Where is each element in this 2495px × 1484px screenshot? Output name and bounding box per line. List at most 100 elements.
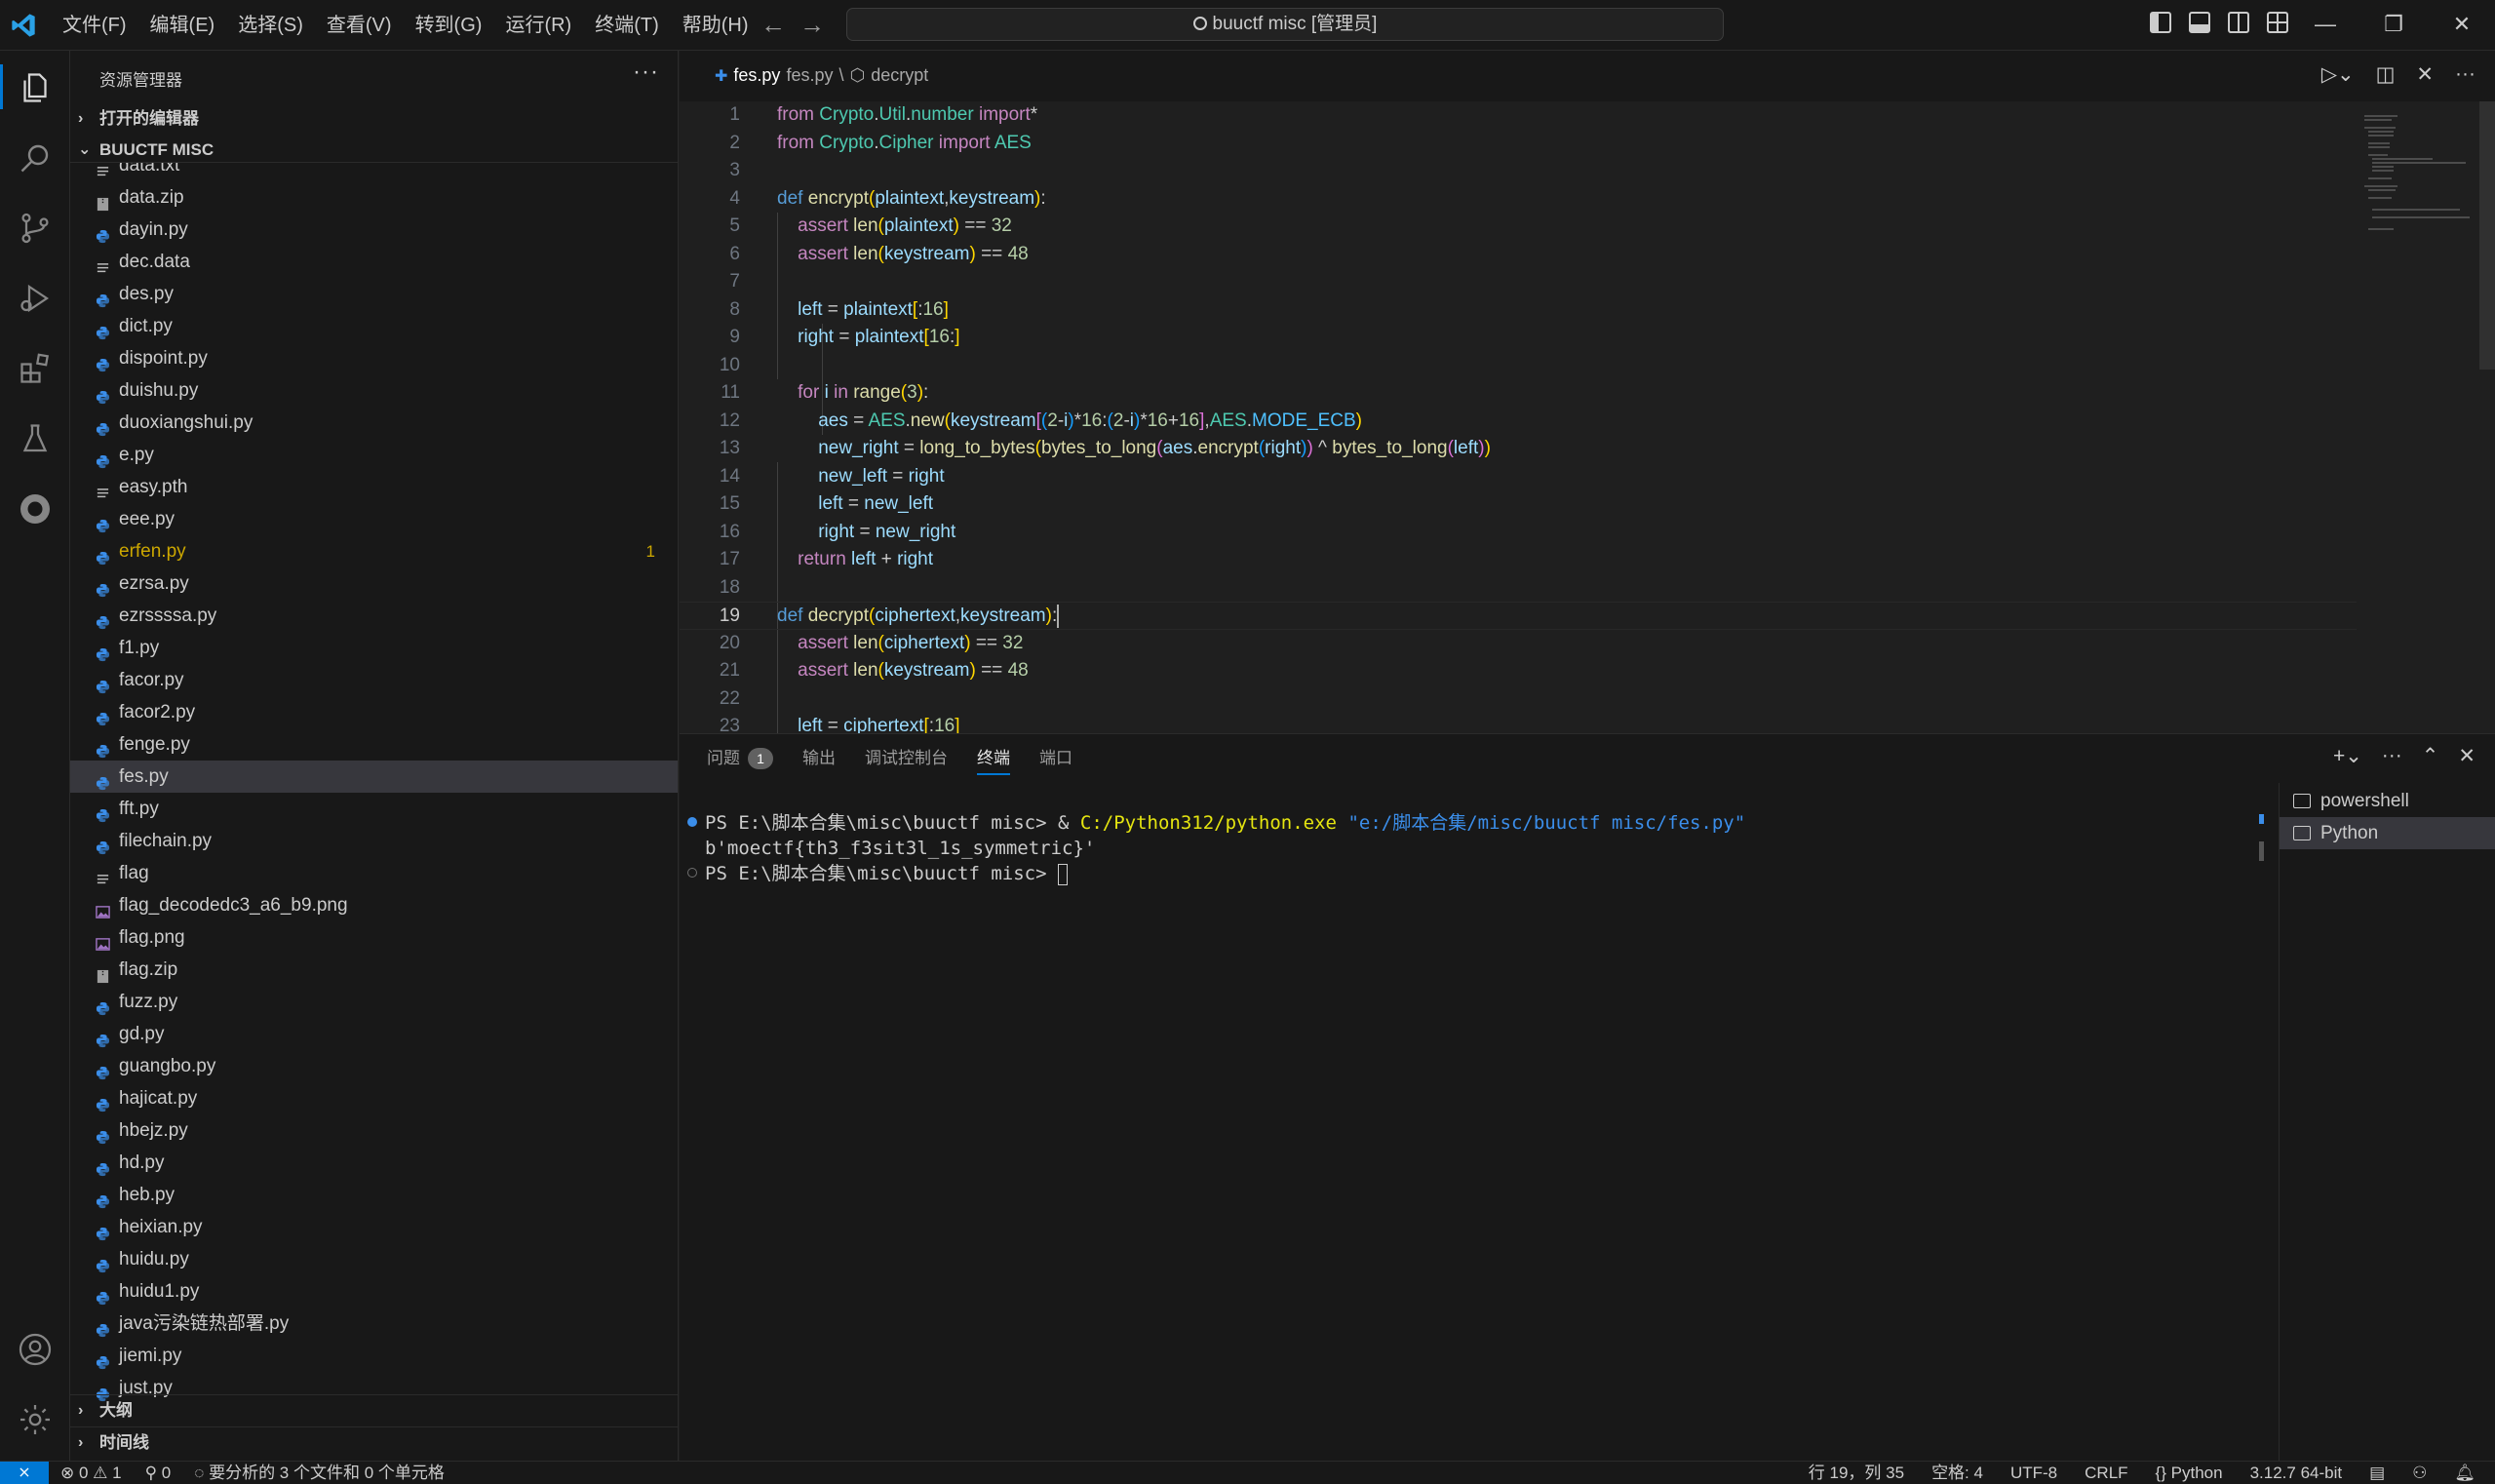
outline-section[interactable]: › 大纲 xyxy=(70,1394,678,1425)
terminal-entry-powershell[interactable]: powershell xyxy=(2280,785,2495,817)
tab-problems[interactable]: 问题 1 xyxy=(707,744,773,773)
file-item[interactable]: huidu.py xyxy=(70,1243,678,1275)
file-item[interactable]: dec.data xyxy=(70,246,678,278)
open-editors-section[interactable]: › 打开的编辑器 xyxy=(70,103,678,135)
tab-debug-console[interactable]: 调试控制台 xyxy=(865,744,948,773)
python-interpreter[interactable]: 3.12.7 64-bit xyxy=(2250,1462,2343,1484)
file-item[interactable]: guangbo.py xyxy=(70,1050,678,1082)
notifications-bell-icon[interactable]: 🔔︎ xyxy=(2454,1462,2476,1484)
back-arrow-icon[interactable]: ← xyxy=(760,10,786,40)
file-item[interactable]: huidu1.py xyxy=(70,1275,678,1308)
file-item[interactable]: fft.py xyxy=(70,793,678,825)
timeline-section[interactable]: › 时间线 xyxy=(70,1426,678,1458)
file-item[interactable]: duishu.py xyxy=(70,374,678,407)
terminal-entry-python[interactable]: Python xyxy=(2280,817,2495,849)
file-item[interactable]: flag_decodedc3_a6_b9.png xyxy=(70,889,678,921)
explorer-icon[interactable] xyxy=(18,70,53,105)
file-item[interactable]: dict.py xyxy=(70,310,678,342)
minimap[interactable] xyxy=(2357,101,2495,735)
copilot-icon[interactable]: ⚇ xyxy=(2412,1462,2427,1484)
file-item[interactable]: duoxiangshui.py xyxy=(70,407,678,439)
file-item[interactable]: easy.pth xyxy=(70,471,678,503)
restore-button[interactable]: ❐ xyxy=(2359,0,2428,49)
accounts-icon[interactable] xyxy=(18,1332,53,1367)
remote-explorer-icon[interactable] xyxy=(18,491,53,527)
search-icon[interactable] xyxy=(18,140,53,176)
new-terminal-icon[interactable]: +⌄ xyxy=(2333,744,2362,768)
menu-help[interactable]: 帮助(H) xyxy=(671,0,760,51)
file-item[interactable]: des.py xyxy=(70,278,678,310)
command-center-search[interactable]: buuctf misc [管理员] xyxy=(846,8,1724,41)
panel-more-icon[interactable]: ··· xyxy=(2382,744,2402,768)
menu-file[interactable]: 文件(F) xyxy=(51,0,138,51)
close-panel-icon[interactable]: ✕ xyxy=(2458,744,2476,768)
testing-icon[interactable] xyxy=(18,421,53,456)
file-item[interactable]: fenge.py xyxy=(70,728,678,761)
file-item[interactable]: e.py xyxy=(70,439,678,471)
tab-output[interactable]: 输出 xyxy=(802,744,836,773)
tab-terminal[interactable]: 终端 xyxy=(977,744,1010,775)
menu-go[interactable]: 转到(G) xyxy=(404,0,494,51)
remote-indicator[interactable]: ⨯ xyxy=(0,1462,49,1484)
indentation[interactable]: 空格: 4 xyxy=(1931,1462,1983,1484)
code-view[interactable]: 1 from Crypto.Util.number import* 2 from C… xyxy=(680,101,2357,735)
file-item[interactable]: flag.zip xyxy=(70,954,678,986)
run-debug-icon[interactable] xyxy=(18,281,53,316)
active-file-name[interactable]: fes.py xyxy=(733,65,780,86)
file-info-icon[interactable]: ▤ xyxy=(2369,1462,2385,1484)
extensions-icon[interactable] xyxy=(18,351,53,386)
breadcrumb-file[interactable]: fes.py xyxy=(786,65,833,86)
file-item[interactable]: flag.png xyxy=(70,921,678,954)
problems-status[interactable]: ⊗ 0 ⚠ 1 xyxy=(60,1462,122,1484)
file-item[interactable]: java污染链热部署.py xyxy=(70,1308,678,1340)
settings-gear-icon[interactable] xyxy=(18,1402,53,1437)
menu-selection[interactable]: 选择(S) xyxy=(226,0,315,51)
file-item[interactable]: jiemi.py xyxy=(70,1340,678,1372)
customize-layout-icon[interactable] xyxy=(2267,12,2288,33)
file-item[interactable]: f1.py xyxy=(70,632,678,664)
file-item[interactable]: data.txt xyxy=(70,163,678,181)
file-item[interactable]: data.zip xyxy=(70,181,678,214)
language-mode[interactable]: {} Python xyxy=(2156,1462,2223,1484)
ports-status[interactable]: ⚲ 0 xyxy=(145,1462,172,1484)
minimap-slider[interactable] xyxy=(2479,101,2495,370)
menu-edit[interactable]: 编辑(E) xyxy=(138,0,227,51)
file-item[interactable]: dayin.py xyxy=(70,214,678,246)
more-actions-icon[interactable]: ··· xyxy=(633,59,659,86)
menu-run[interactable]: 运行(R) xyxy=(493,0,583,51)
file-item[interactable]: facor.py xyxy=(70,664,678,696)
minimize-button[interactable]: — xyxy=(2291,0,2359,49)
run-file-icon[interactable]: ▷⌄ xyxy=(2321,62,2355,87)
forward-arrow-icon[interactable]: → xyxy=(799,10,825,40)
close-editor-icon[interactable]: ✕ xyxy=(2416,62,2434,87)
file-item[interactable]: ezrsa.py xyxy=(70,567,678,600)
toggle-panel-icon[interactable] xyxy=(2189,12,2210,33)
terminal-view[interactable]: PS E:\脚本合集\misc\buuctf misc> & C:/Python… xyxy=(680,799,2264,1462)
maximize-panel-icon[interactable]: ⌃ xyxy=(2422,744,2439,768)
file-item[interactable]: hbejz.py xyxy=(70,1114,678,1147)
file-item[interactable]: fes.py xyxy=(70,761,678,793)
end-of-line[interactable]: CRLF xyxy=(2085,1462,2127,1484)
file-item[interactable]: flag xyxy=(70,857,678,889)
file-item[interactable]: dispoint.py xyxy=(70,342,678,374)
file-item[interactable]: ezrssssa.py xyxy=(70,600,678,632)
file-item[interactable]: heb.py xyxy=(70,1179,678,1211)
close-window-button[interactable]: ✕ xyxy=(2428,0,2495,49)
file-item[interactable]: eee.py xyxy=(70,503,678,535)
file-item[interactable]: heixian.py xyxy=(70,1211,678,1243)
menu-view[interactable]: 查看(V) xyxy=(315,0,404,51)
cursor-position[interactable]: 行 19，列 35 xyxy=(1809,1462,1904,1484)
file-item[interactable]: hd.py xyxy=(70,1147,678,1179)
file-item[interactable]: facor2.py xyxy=(70,696,678,728)
source-control-icon[interactable] xyxy=(18,211,53,246)
tab-ports[interactable]: 端口 xyxy=(1039,744,1072,773)
file-item[interactable]: gd.py xyxy=(70,1018,678,1050)
file-item[interactable]: fuzz.py xyxy=(70,986,678,1018)
file-item[interactable]: filechain.py xyxy=(70,825,678,857)
split-editor-icon[interactable]: ◫ xyxy=(2376,62,2396,87)
file-item[interactable]: erfen.py 1 xyxy=(70,535,678,567)
encoding[interactable]: UTF-8 xyxy=(2010,1462,2057,1484)
file-item[interactable]: hajicat.py xyxy=(70,1082,678,1114)
menu-terminal[interactable]: 终端(T) xyxy=(583,0,671,51)
toggle-secondary-sidebar-icon[interactable] xyxy=(2228,12,2249,33)
